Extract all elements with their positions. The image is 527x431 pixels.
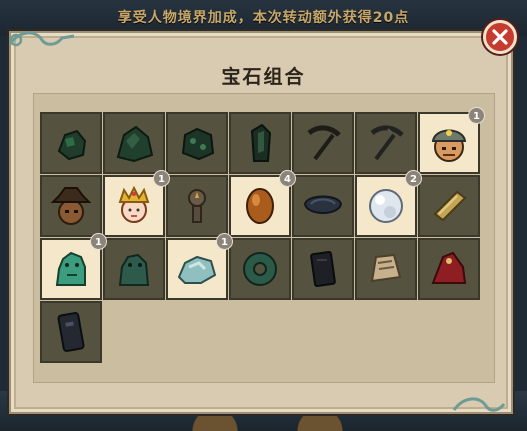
item-slot[interactable]: 1 (418, 107, 485, 174)
count-badge: 1 (468, 107, 485, 124)
dark-green-rock-icon (116, 125, 154, 163)
gold-bar-icon (433, 190, 467, 222)
item-slot[interactable] (229, 238, 291, 300)
jade-lion-icon (55, 251, 86, 286)
count-badge: 1 (216, 233, 233, 250)
dark-green-ore-icon (57, 129, 87, 161)
amber-gem-icon (246, 188, 274, 224)
item-slot[interactable] (292, 238, 354, 300)
item-slot[interactable] (103, 238, 165, 300)
dark-bowl-icon (303, 195, 343, 214)
item-slot[interactable] (166, 175, 228, 237)
item-slot[interactable]: 1 (166, 233, 233, 300)
jade-beast-icon (118, 253, 150, 286)
jade-rock-icon (177, 255, 217, 284)
pearl-orb-icon (369, 189, 403, 223)
crowned-princess-icon (118, 185, 150, 223)
item-slot[interactable] (40, 175, 102, 237)
item-slot[interactable] (166, 112, 228, 174)
candle-lamp-icon (188, 189, 206, 223)
explorer-hat-face-icon (50, 187, 92, 225)
item-slot[interactable] (292, 175, 354, 237)
item-slot[interactable]: 2 (355, 170, 422, 237)
jade-disc-icon (243, 252, 277, 286)
black-tablet-icon (310, 251, 336, 287)
count-badge: 2 (405, 170, 422, 187)
item-slot[interactable] (418, 238, 480, 300)
dark-crystal-shard-icon (250, 123, 272, 162)
item-slot[interactable]: 4 (229, 170, 296, 237)
dialog-title: 宝石组合 (221, 66, 306, 88)
item-slot[interactable] (355, 238, 417, 300)
swirl-ornament-icon (452, 397, 506, 412)
item-slot[interactable] (103, 112, 165, 174)
pickaxe-icon (307, 125, 341, 161)
item-slot[interactable] (40, 301, 102, 363)
count-badge: 1 (90, 233, 107, 250)
close-button[interactable] (483, 20, 517, 54)
item-grid: 1 1 4 2 1 1 (40, 107, 485, 363)
item-slot[interactable] (292, 112, 354, 174)
miner-helmet-face-icon (431, 129, 467, 162)
item-slot[interactable] (418, 175, 480, 237)
red-cloth-icon (431, 251, 467, 284)
item-slot[interactable] (355, 112, 417, 174)
count-badge: 4 (279, 170, 296, 187)
dark-plaque-icon (57, 312, 85, 352)
count-badge: 1 (153, 170, 170, 187)
item-slot[interactable]: 1 (103, 170, 170, 237)
green-ore-chunk-icon (181, 127, 215, 161)
swirl-ornament-icon (8, 31, 75, 47)
item-slot[interactable] (229, 112, 291, 174)
item-slot[interactable]: 1 (40, 233, 107, 300)
item-slot[interactable] (40, 112, 102, 174)
pickaxe-dark-icon (370, 125, 404, 161)
close-icon (492, 29, 508, 45)
scroll-paper-icon (370, 253, 402, 283)
